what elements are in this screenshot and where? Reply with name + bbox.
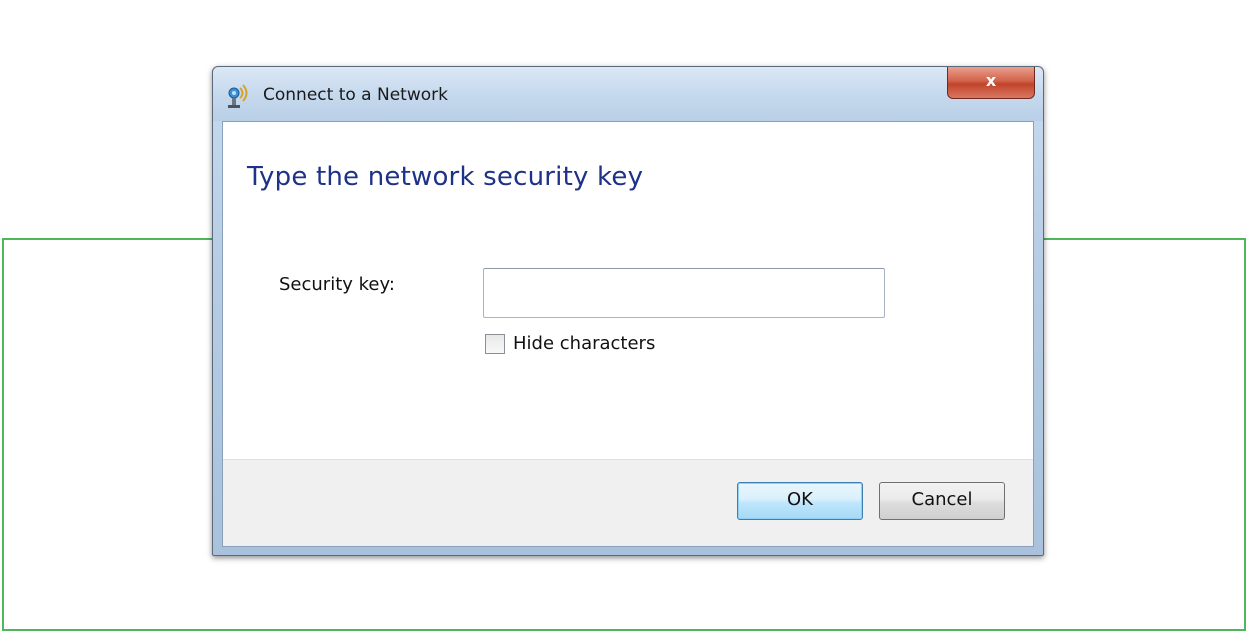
ok-button[interactable]: OK (737, 482, 863, 520)
stage: Connect to a Network x Type the network … (0, 0, 1248, 634)
security-key-label: Security key: (279, 274, 395, 295)
dialog-body: Type the network security key Security k… (222, 121, 1034, 547)
close-button[interactable]: x (947, 67, 1035, 99)
title-bar[interactable]: Connect to a Network x (213, 67, 1043, 121)
connect-network-dialog: Connect to a Network x Type the network … (212, 66, 1044, 556)
close-icon: x (985, 71, 997, 90)
security-key-input[interactable] (483, 268, 885, 318)
hide-characters-checkbox[interactable] (485, 333, 505, 354)
page-title: Type the network security key (247, 162, 644, 192)
button-bar: OK Cancel (223, 459, 1033, 546)
cancel-button[interactable]: Cancel (879, 482, 1005, 520)
window-title: Connect to a Network (263, 85, 448, 105)
hide-characters-label[interactable]: Hide characters (513, 333, 655, 354)
hide-characters-row[interactable]: Hide characters (485, 333, 655, 354)
network-icon (225, 83, 251, 109)
